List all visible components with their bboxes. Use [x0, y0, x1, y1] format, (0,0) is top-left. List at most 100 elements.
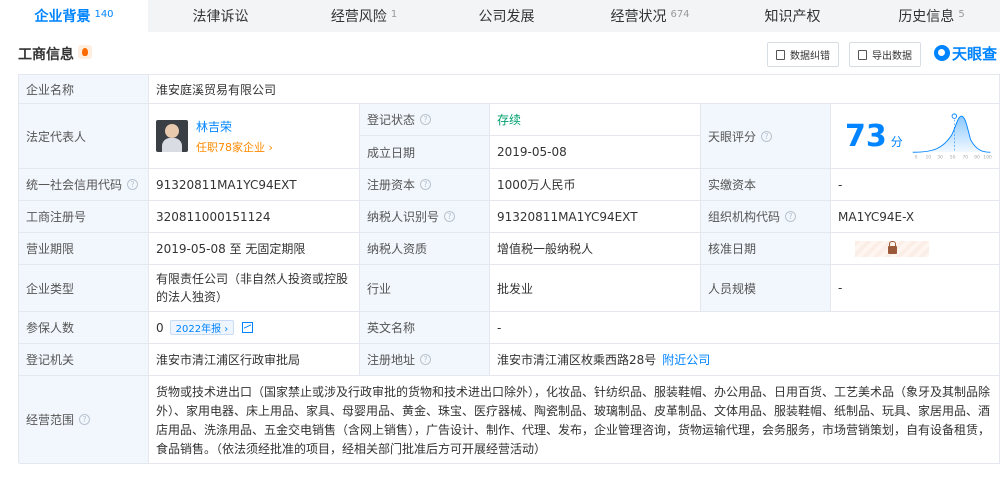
section-title: 工商信息	[18, 47, 74, 63]
eye-logo-icon	[934, 45, 950, 61]
tianyancha-logo: 天眼查	[934, 42, 997, 64]
tab-count: 5	[958, 8, 965, 20]
trend-chart-icon[interactable]	[242, 322, 254, 333]
label-text: 注册地址	[367, 353, 416, 367]
tianyan-score: 73	[845, 118, 887, 154]
org-code: MA1YC94E-X	[831, 201, 1000, 233]
label-text: 经营范围	[26, 413, 75, 427]
label-term: 营业期限	[19, 233, 149, 265]
logo-text: 天眼查	[952, 44, 998, 63]
label-text: 天眼评分	[708, 129, 757, 144]
insured-cell: 0 2022年报 ›	[149, 312, 360, 344]
button-label: 数据纠错	[790, 51, 830, 62]
company-name: 淮安庭溪贸易有限公司	[149, 75, 1000, 104]
tab-label: 经营风险	[330, 9, 387, 25]
help-icon[interactable]: ?	[420, 114, 432, 125]
tab-company-development[interactable]: 公司发展	[435, 0, 578, 32]
industry: 批发业	[490, 265, 701, 312]
taxpayer-id: 91320811MA1YC94EXT	[490, 201, 701, 233]
nearby-companies-link[interactable]: 附近公司	[662, 351, 710, 368]
credit-code: 91320811MA1YC94EXT	[149, 169, 360, 201]
company-type: 有限责任公司（非自然人投资或控股的法人独资）	[149, 265, 360, 312]
axis-tick: 0	[914, 155, 917, 161]
tab-label: 历史信息	[898, 9, 955, 25]
tab-history[interactable]: 历史信息 5	[863, 0, 1000, 32]
authority: 淮安市清江浦区行政审批局	[149, 344, 360, 376]
label-english-name: 英文名称	[360, 312, 490, 344]
label-authority: 登记机关	[19, 344, 149, 376]
legal-rep-cell: 林吉荣 任职78家企业 ›	[149, 104, 360, 169]
download-icon	[858, 49, 867, 60]
legal-rep-name-link[interactable]: 林吉荣	[196, 118, 273, 135]
tab-bar: 企业背景 140 法律诉讼 经营风险 1 公司发展 经营状况 674 知识产权 历史信…	[0, 0, 1000, 32]
label-taxpayer-qual: 纳税人资质	[360, 233, 490, 265]
help-icon[interactable]: ?	[785, 211, 797, 222]
label-insured: 参保人数	[19, 312, 149, 344]
label-org-code: 组织机构代码?	[701, 201, 831, 233]
taxpayer-qual: 增值税一般纳税人	[490, 233, 701, 265]
label-company-type: 企业类型	[19, 265, 149, 312]
tab-label: 法律诉讼	[192, 9, 249, 25]
help-icon[interactable]: ?	[79, 414, 91, 425]
est-date: 2019-05-08	[490, 136, 701, 169]
approve-date-locked[interactable]	[831, 233, 1000, 265]
label-company-name: 企业名称	[19, 75, 149, 104]
axis-tick: 100	[983, 155, 992, 161]
label-legal-rep: 法定代表人	[19, 104, 149, 169]
legal-rep-positions-link[interactable]: 任职78家企业 ›	[196, 139, 273, 155]
label-tianyan-score: 天眼评分?	[701, 104, 831, 169]
reg-capital: 1000万人民币	[490, 169, 701, 201]
label-text: 登记状态	[367, 113, 416, 127]
label-taxpayer-id: 纳税人识别号?	[360, 201, 490, 233]
label-industry: 行业	[360, 265, 490, 312]
locked-value[interactable]	[855, 240, 929, 257]
tab-business-risk[interactable]: 经营风险 1	[293, 0, 435, 32]
lock-icon	[887, 241, 897, 254]
staff-size: -	[831, 265, 1000, 312]
axis-tick: 10	[925, 155, 931, 161]
tab-label: 公司发展	[478, 9, 535, 25]
label-reg-status: 登记状态?	[360, 104, 490, 136]
label-business-scope: 经营范围?	[19, 376, 149, 464]
help-icon[interactable]: ?	[127, 179, 139, 190]
button-label: 导出数据	[872, 51, 912, 62]
business-scope: 货物或技术进出口（国家禁止或涉及行政审批的货物和技术进出口除外），化妆品、针纺织…	[149, 376, 1000, 464]
score-unit: 分	[890, 134, 903, 149]
label-text: 纳税人识别号	[367, 210, 440, 224]
tab-legal-litigation[interactable]: 法律诉讼	[148, 0, 293, 32]
score-distribution-chart: 0 10 30 50 70 90 100	[912, 113, 992, 161]
label-paid-capital: 实缴资本	[701, 169, 831, 201]
address-cell: 淮安市清江浦区枚乘西路28号 附近公司	[490, 344, 1000, 376]
label-text: 组织机构代码	[708, 210, 781, 224]
help-icon[interactable]: ?	[420, 354, 432, 365]
label-text: 注册资本	[367, 178, 416, 192]
address: 淮安市清江浦区枚乘西路28号	[497, 353, 657, 367]
label-address: 注册地址?	[360, 344, 490, 376]
export-data-button[interactable]: 导出数据	[849, 42, 921, 67]
document-icon	[776, 49, 785, 60]
help-icon[interactable]: ?	[420, 179, 432, 190]
axis-tick: 50	[950, 155, 956, 161]
help-icon[interactable]: ?	[761, 130, 773, 142]
label-staff-size: 人员规模	[701, 265, 831, 312]
insured-count: 0	[156, 320, 164, 335]
label-text: 统一社会信用代码	[26, 178, 123, 192]
tianyan-score-cell[interactable]: 73 分 0 10 30 50 70 90 100	[831, 104, 1000, 169]
reg-no: 320811000151124	[149, 201, 360, 233]
label-reg-capital: 注册资本?	[360, 169, 490, 201]
tab-label: 经营状况	[610, 9, 667, 25]
tab-intellectual-property[interactable]: 知识产权	[722, 0, 863, 32]
axis-tick: 30	[937, 155, 943, 161]
data-correction-button[interactable]: 数据纠错	[767, 42, 839, 67]
label-est-date: 成立日期	[360, 136, 490, 169]
axis-tick: 70	[962, 155, 968, 161]
tab-operating-status[interactable]: 经营状况 674	[578, 0, 722, 32]
term: 2019-05-08 至 无固定期限	[149, 233, 360, 265]
help-icon[interactable]: ?	[444, 211, 456, 222]
hot-icon	[78, 45, 92, 59]
annual-report-year-tag[interactable]: 2022年报 ›	[169, 320, 235, 335]
label-reg-no: 工商注册号	[19, 201, 149, 233]
tab-company-background[interactable]: 企业背景 140	[0, 0, 148, 32]
tab-label: 企业背景	[34, 9, 91, 25]
avatar[interactable]	[156, 120, 188, 152]
